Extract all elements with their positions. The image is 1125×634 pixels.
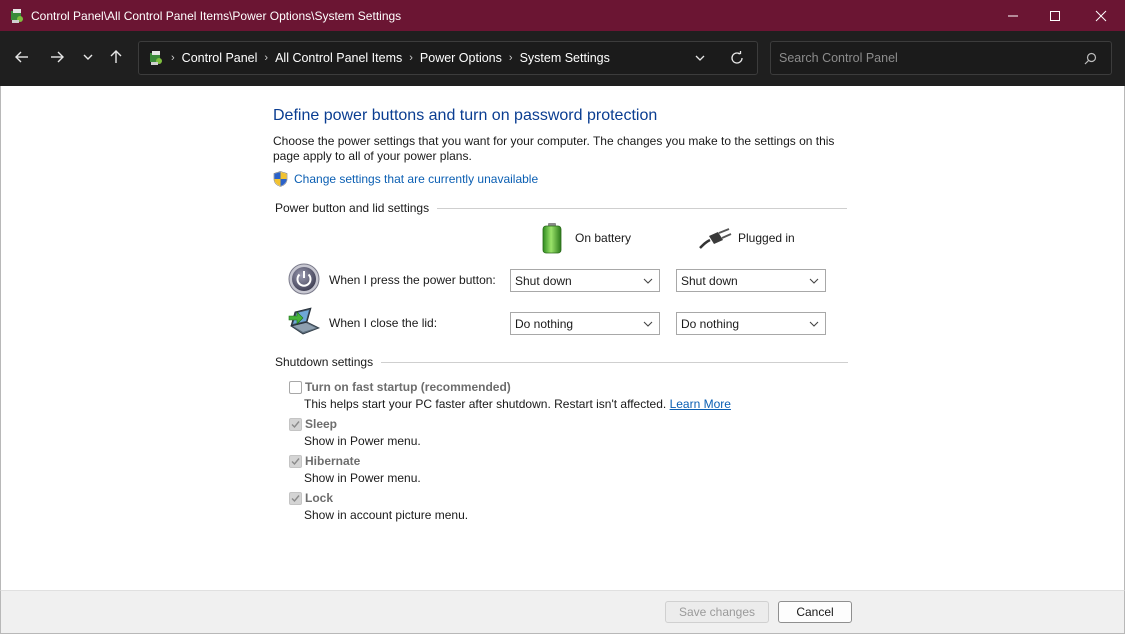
column-plugged-in: Plugged in: [698, 226, 795, 250]
address-bar[interactable]: › Control Panel › All Control Panel Item…: [138, 41, 758, 75]
chevron-down-icon: [643, 278, 653, 284]
lock-description: Show in account picture menu.: [304, 508, 469, 522]
save-changes-button[interactable]: Save changes: [665, 601, 769, 623]
minimize-button[interactable]: [990, 0, 1036, 31]
power-section-heading: Power button and lid settings: [275, 201, 848, 215]
power-button-battery-select[interactable]: Shut down: [510, 269, 660, 292]
checkmark-icon: [291, 458, 300, 466]
up-button[interactable]: [102, 43, 130, 71]
uac-shield-icon: [273, 171, 288, 187]
section-divider: [381, 361, 849, 363]
chevron-down-icon: [83, 54, 93, 60]
column-on-battery: On battery: [541, 222, 631, 254]
change-settings-link-text[interactable]: Change settings that are currently unava…: [294, 172, 538, 186]
lid-battery-value: Do nothing: [515, 316, 574, 331]
power-button-label: When I press the power button:: [329, 273, 496, 287]
lock-title: Lock: [305, 491, 334, 505]
laptop-lid-icon: [288, 307, 320, 335]
fast-startup-checkbox[interactable]: [289, 381, 302, 394]
checkmark-icon: [291, 421, 300, 429]
power-button-battery-value: Shut down: [515, 273, 572, 288]
arrow-left-icon: [15, 51, 28, 63]
maximize-icon: [1050, 10, 1060, 21]
search-box[interactable]: [770, 41, 1112, 75]
chevron-down-icon: [809, 278, 819, 284]
search-icon[interactable]: [1084, 52, 1097, 65]
main-content: Define power buttons and turn on passwor…: [0, 86, 1125, 590]
page-title: Define power buttons and turn on passwor…: [273, 107, 658, 124]
control-panel-icon: [150, 51, 162, 65]
lid-plugged-value: Do nothing: [681, 316, 740, 331]
plugged-in-label: Plugged in: [738, 231, 795, 245]
close-icon: [1095, 10, 1107, 21]
power-button-icon: [288, 263, 320, 295]
power-section-title: Power button and lid settings: [275, 201, 430, 215]
recent-locations-button[interactable]: [74, 43, 102, 71]
arrow-up-icon: [110, 50, 122, 63]
chevron-down-icon: [643, 321, 653, 327]
checkmark-icon: [291, 495, 300, 503]
breadcrumb-power-options[interactable]: Power Options: [420, 51, 502, 65]
close-button[interactable]: [1078, 0, 1124, 31]
breadcrumb-separator-icon[interactable]: ›: [509, 52, 513, 64]
lid-label: When I close the lid:: [329, 316, 438, 330]
on-battery-label: On battery: [575, 231, 632, 245]
cancel-button[interactable]: Cancel: [778, 601, 852, 623]
title-bar: Control Panel\All Control Panel Items\Po…: [0, 0, 1125, 31]
sleep-checkbox[interactable]: [289, 418, 302, 431]
forward-button[interactable]: [43, 43, 71, 71]
minimize-icon: [1008, 15, 1018, 16]
breadcrumb-separator-icon[interactable]: ›: [264, 52, 268, 64]
sleep-title: Sleep: [305, 417, 338, 431]
shutdown-section-title: Shutdown settings: [275, 355, 374, 369]
fast-startup-description: This helps start your PC faster after sh…: [304, 397, 731, 411]
breadcrumb-separator-icon[interactable]: ›: [409, 52, 413, 64]
hibernate-description: Show in Power menu.: [304, 471, 421, 485]
refresh-icon[interactable]: [729, 50, 745, 66]
breadcrumb-system-settings[interactable]: System Settings: [520, 51, 610, 65]
breadcrumb-all-items[interactable]: All Control Panel Items: [275, 51, 402, 65]
change-settings-link[interactable]: Change settings that are currently unava…: [273, 171, 538, 187]
maximize-button[interactable]: [1032, 0, 1078, 31]
breadcrumb-separator-icon: ›: [171, 52, 175, 64]
breadcrumb-control-panel[interactable]: Control Panel: [182, 51, 258, 65]
fast-startup-title: Turn on fast startup (recommended): [305, 380, 511, 394]
lock-checkbox[interactable]: [289, 492, 302, 505]
control-panel-icon: [11, 8, 23, 23]
shutdown-section-heading: Shutdown settings: [275, 355, 849, 369]
learn-more-link[interactable]: Learn More: [670, 397, 731, 411]
power-button-plugged-value: Shut down: [681, 273, 738, 288]
sleep-description: Show in Power menu.: [304, 434, 421, 448]
lid-battery-select[interactable]: Do nothing: [510, 312, 660, 335]
lid-plugged-select[interactable]: Do nothing: [676, 312, 826, 335]
power-button-plugged-select[interactable]: Shut down: [676, 269, 826, 292]
navigation-bar: › Control Panel › All Control Panel Item…: [0, 31, 1125, 86]
search-input[interactable]: [771, 51, 1061, 65]
arrow-right-icon: [51, 51, 64, 63]
section-divider: [437, 207, 848, 209]
power-plug-icon: [699, 228, 732, 249]
battery-icon: [542, 223, 562, 254]
address-dropdown-chevron-icon[interactable]: [693, 51, 707, 65]
window-title: Control Panel\All Control Panel Items\Po…: [31, 8, 402, 23]
back-button[interactable]: [8, 43, 36, 71]
page-description: Choose the power settings that you want …: [273, 134, 835, 163]
hibernate-checkbox[interactable]: [289, 455, 302, 468]
footer-bar: Save changes Cancel: [0, 590, 1125, 634]
chevron-down-icon: [809, 321, 819, 327]
hibernate-title: Hibernate: [305, 454, 361, 468]
